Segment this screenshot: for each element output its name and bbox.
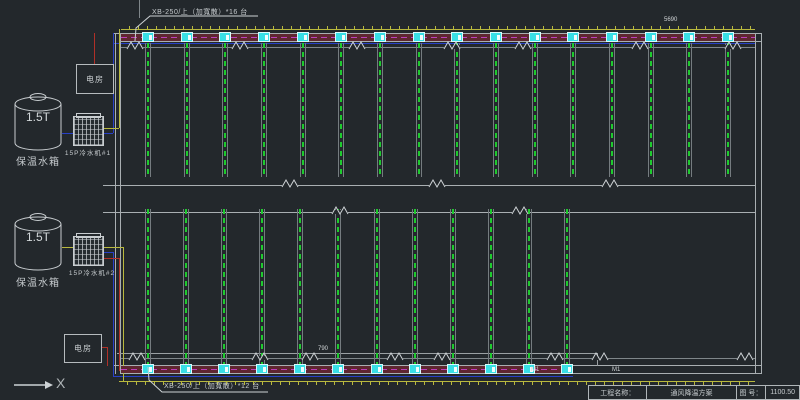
- tank-capacity: 1.5T: [14, 110, 62, 124]
- top-dimension-text: 5690: [664, 17, 677, 23]
- title-block-sheet-label: 图 号：: [736, 386, 766, 399]
- power-room-top[interactable]: 电房: [76, 64, 114, 94]
- title-block-name-label: 工程名称：: [589, 386, 646, 399]
- x-axis-label: X: [56, 375, 65, 391]
- tank-bottom-caption: 保温水箱: [8, 274, 68, 289]
- title-block-sheet-value: 1100.50: [765, 386, 799, 399]
- door-tag: M1: [612, 367, 620, 373]
- tank-capacity: 1.5T: [14, 230, 62, 244]
- power-room-bottom-label: 电房: [74, 343, 92, 354]
- chiller-bottom-caption: 15P冷水机#2: [62, 267, 122, 277]
- cad-floor-plan-canvas[interactable]: XB-250/上（加寬散）*16 台 XB-250/上（加寬散）*12 台 56…: [0, 0, 800, 400]
- chiller-bottom[interactable]: [73, 236, 104, 266]
- water-tank-bottom[interactable]: 1.5T: [14, 212, 62, 274]
- annotation-overlay: [0, 0, 800, 400]
- bottom-row-equipment-label[interactable]: XB-250/上（加寬散）*12 台: [164, 381, 260, 391]
- title-block-name-value: 通风降温方案: [646, 386, 735, 399]
- title-block: 工程名称： 通风降温方案 图 号： 1100.50: [588, 385, 800, 400]
- top-label-leader-line: [135, 16, 258, 41]
- pipe-dimension-text: 790: [318, 346, 328, 352]
- chiller-top-caption: 15P冷水机#1: [58, 147, 118, 157]
- power-room-top-label: 电房: [86, 74, 104, 85]
- x-axis-arrowhead: [45, 381, 53, 389]
- water-tank-top[interactable]: 1.5T: [14, 92, 62, 154]
- door-tag: M1: [531, 367, 539, 373]
- chiller-top[interactable]: [73, 116, 104, 146]
- top-row-equipment-label[interactable]: XB-250/上（加寬散）*16 台: [152, 7, 248, 17]
- power-room-bottom[interactable]: 电房: [64, 334, 102, 363]
- door-symbols: [127, 42, 753, 360]
